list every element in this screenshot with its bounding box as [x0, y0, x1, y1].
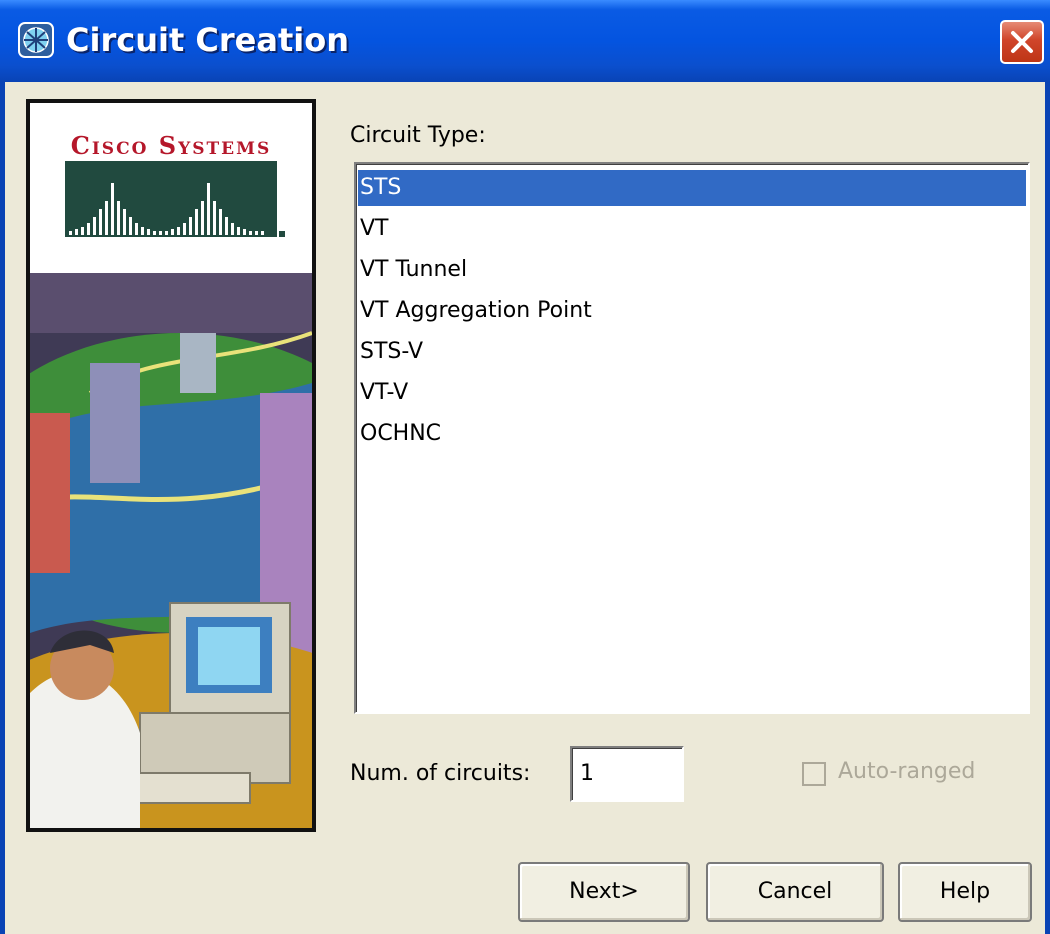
logo-bars-icon [65, 161, 285, 237]
circuit-creation-dialog: Circuit Creation Cisco Systems Circuit T… [0, 0, 1050, 934]
list-item[interactable]: VT [358, 211, 1026, 247]
branding-panel: Cisco Systems [26, 99, 316, 832]
list-item[interactable]: STS-V [358, 334, 1026, 370]
num-circuits-input[interactable]: 1 [570, 746, 684, 802]
list-item[interactable]: VT Aggregation Point [358, 293, 1026, 329]
cancel-button[interactable]: Cancel [706, 862, 884, 922]
app-icon [18, 22, 54, 58]
list-item[interactable]: VT-V [358, 375, 1026, 411]
auto-ranged-label: Auto-ranged [838, 759, 976, 784]
title-bar[interactable]: Circuit Creation [0, 0, 1050, 82]
close-icon [1011, 31, 1033, 53]
close-button[interactable] [1000, 20, 1044, 64]
list-item[interactable]: STS [358, 170, 1026, 206]
network-illustration [30, 273, 312, 828]
circuit-type-label: Circuit Type: [350, 123, 486, 148]
auto-ranged-checkbox[interactable] [802, 762, 826, 786]
logo-text: Cisco Systems [70, 131, 272, 160]
num-circuits-label: Num. of circuits: [350, 761, 531, 786]
list-item[interactable]: OCHNC [358, 416, 1026, 452]
window-title: Circuit Creation [66, 21, 349, 59]
list-item[interactable]: VT Tunnel [358, 252, 1026, 288]
logo: Cisco Systems [30, 103, 312, 273]
circuit-type-list[interactable]: STS VT VT Tunnel VT Aggregation Point ST… [354, 162, 1030, 714]
next-button[interactable]: Next> [518, 862, 690, 922]
help-button[interactable]: Help [898, 862, 1032, 922]
